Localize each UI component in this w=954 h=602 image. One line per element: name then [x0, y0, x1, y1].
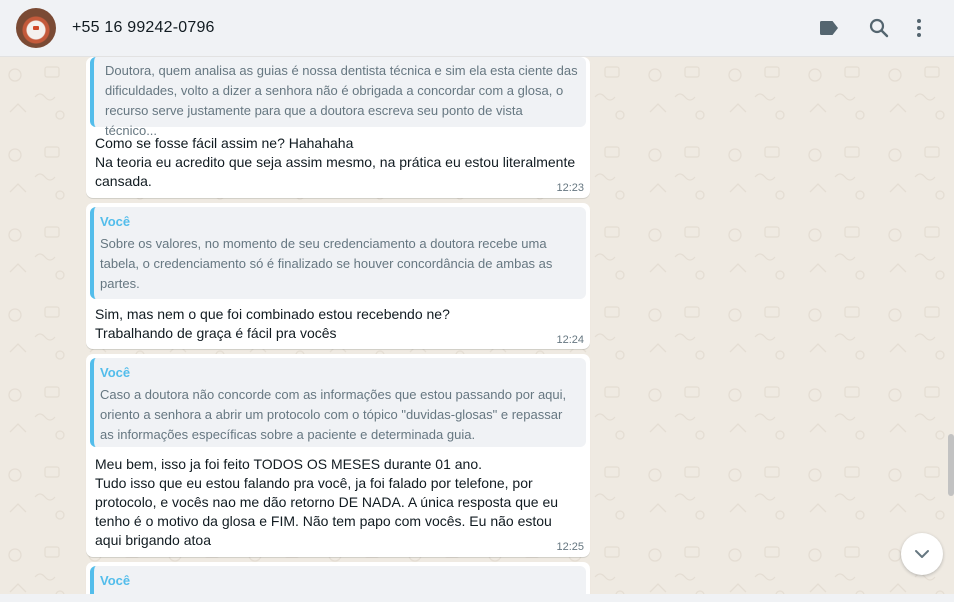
chat-header: +55 16 99242-0796	[0, 0, 954, 57]
contact-avatar[interactable]	[16, 8, 56, 48]
composer-edge	[0, 594, 954, 602]
quoted-author: Você	[100, 365, 131, 380]
message-time: 12:25	[556, 541, 584, 553]
message-text: Meu bem, isso ja foi feito TODOS OS MESE…	[95, 456, 559, 548]
message-time: 12:23	[556, 182, 584, 194]
menu-icon[interactable]	[907, 16, 931, 40]
quoted-message[interactable]: Você Caso a doutora não concorde com as …	[90, 358, 586, 447]
message-text: Sim, mas nem o que foi combinado estou r…	[95, 306, 450, 341]
scrollbar-thumb[interactable]	[948, 434, 954, 496]
label-icon[interactable]	[817, 16, 841, 40]
quoted-author: Você	[100, 214, 131, 229]
quoted-text: Doutora, quem analisa as guias é nossa d…	[105, 63, 578, 138]
quoted-message[interactable]: Você Sobre os valores, no momento de seu…	[90, 207, 586, 299]
message-text: Como se fosse fácil assim ne? Hahahaha N…	[95, 135, 576, 189]
message-bubble[interactable]: Você	[86, 562, 590, 594]
message-bubble[interactable]: Você Caso a doutora não concorde com as …	[86, 354, 590, 557]
message-time: 12:24	[556, 334, 584, 346]
quoted-text: Sobre os valores, no momento de seu cred…	[100, 236, 553, 291]
scroll-to-bottom-button[interactable]	[901, 533, 943, 575]
message-list[interactable]: Doutora, quem analisa as guias é nossa d…	[0, 57, 954, 594]
quoted-message[interactable]: Você	[90, 566, 586, 594]
quoted-message[interactable]: Doutora, quem analisa as guias é nossa d…	[90, 57, 586, 138]
search-icon[interactable]	[867, 16, 891, 40]
quoted-text: Caso a doutora não concorde com as infor…	[100, 387, 567, 442]
chevron-down-icon	[915, 550, 929, 558]
message-bubble[interactable]: Você Sobre os valores, no momento de seu…	[86, 203, 590, 349]
contact-name[interactable]: +55 16 99242-0796	[72, 19, 215, 37]
quoted-author: Você	[100, 573, 131, 588]
message-bubble[interactable]: Doutora, quem analisa as guias é nossa d…	[86, 57, 590, 198]
